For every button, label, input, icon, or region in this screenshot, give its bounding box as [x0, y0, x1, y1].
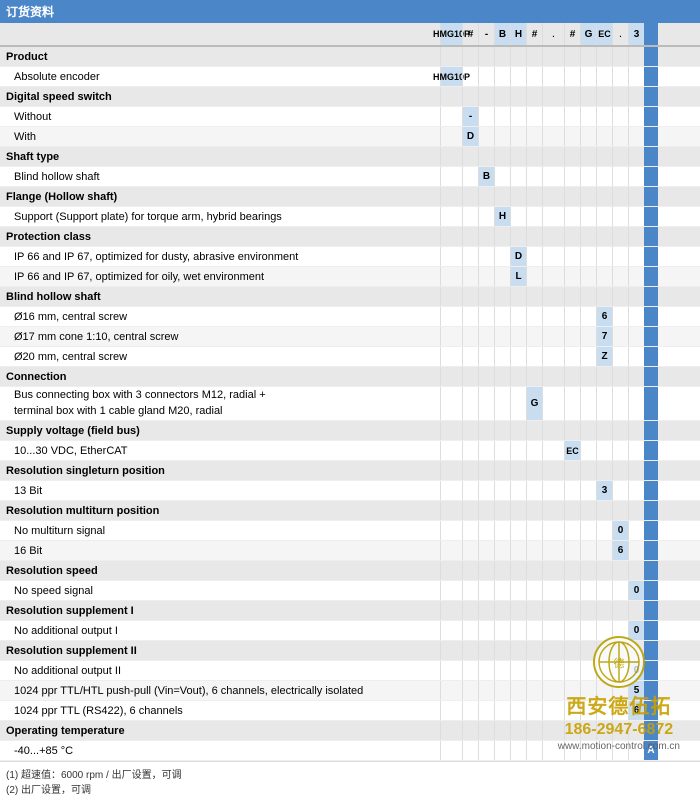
section-protection: Protection class IP 66 and IP 67, optimi… [0, 227, 700, 287]
row-ip66-oily: IP 66 and IP 67, optimized for oily, wet… [0, 267, 700, 287]
row-no-multiturn: No multiturn signal 0 [0, 521, 700, 541]
col-hash1: # [462, 23, 478, 45]
row-bus-box: Bus connecting box with 3 connectors M12… [0, 387, 700, 421]
section-res-multi: Resolution multiturn position No multitu… [0, 501, 700, 561]
col-H: H [510, 23, 526, 45]
section-header-res-multi: Resolution multiturn position [0, 501, 700, 521]
section-header-product: Product [0, 47, 700, 67]
row-support: Support (Support plate) for torque arm, … [0, 207, 700, 227]
row-ip66-dusty: IP 66 and IP 67, optimized for dusty, ab… [0, 247, 700, 267]
section-connection: Connection Bus connecting box with 3 con… [0, 367, 700, 421]
row-13bit: 13 Bit 3 [0, 481, 700, 501]
section-header-res-single: Resolution singleturn position [0, 461, 700, 481]
row-ethercat: 10...30 VDC, EtherCAT EC [0, 441, 700, 461]
brand-globe-icon: 德 [596, 639, 642, 685]
section-res-supp1: Resolution supplement I No additional ou… [0, 601, 700, 641]
section-supply: Supply voltage (field bus) 10...30 VDC, … [0, 421, 700, 461]
footer-note1: (1) 超速值：6000 rpm / 出厂设置，可调 [6, 766, 694, 781]
col-hash2: # [526, 23, 542, 45]
section-header-shaft: Shaft type [0, 147, 700, 167]
col-B: B [494, 23, 510, 45]
col-EC: EC [596, 23, 612, 45]
section-bhs: Blind hollow shaft Ø16 mm, central screw… [0, 287, 700, 367]
column-header-row: HMG10P # - B H # . # G EC . 3 [0, 23, 700, 47]
brand-url: www.motion-control.com.cn [558, 741, 680, 752]
row-17mm: Ø17 mm cone 1:10, central screw 7 [0, 327, 700, 347]
section-product: Product Absolute encoder HMG10P [0, 47, 700, 87]
col-dot2: . [612, 23, 628, 45]
row-16bit: 16 Bit 6 [0, 541, 700, 561]
row-no-speed: No speed signal 0 [0, 581, 700, 601]
col-right-edge-header [644, 23, 658, 45]
section-header-bhs: Blind hollow shaft [0, 287, 700, 307]
row-16mm: Ø16 mm, central screw 6 [0, 307, 700, 327]
footer-notes: (1) 超速值：6000 rpm / 出厂设置，可调 (2) 出厂设置，可调 [0, 761, 700, 800]
row-with: With D [0, 127, 700, 147]
col-G: G [580, 23, 596, 45]
brand-overlay: 德 西安德伍拓 186-2947-6872 www.motion-control… [558, 636, 680, 752]
section-header-supp1: Resolution supplement I [0, 601, 700, 621]
col-header-label [0, 23, 440, 45]
row-20mm: Ø20 mm, central screw Z [0, 347, 700, 367]
col-hmg10p: HMG10P [440, 23, 462, 45]
section-header-res-speed: Resolution speed [0, 561, 700, 581]
section-header-flange: Flange (Hollow shaft) [0, 187, 700, 207]
section-header-supply: Supply voltage (field bus) [0, 421, 700, 441]
section-header-connection: Connection [0, 367, 700, 387]
brand-name: 西安德伍拓 [566, 690, 671, 719]
row-absolute-encoder: Absolute encoder HMG10P [0, 67, 700, 87]
brand-logo: 德 [593, 636, 645, 688]
header-title: 订货资料 [6, 3, 54, 20]
brand-phone: 186-2947-6872 [565, 721, 674, 739]
footer-note2: (2) 出厂设置，可调 [6, 781, 694, 796]
section-digital-speed: Digital speed switch Without - With D [0, 87, 700, 147]
section-flange: Flange (Hollow shaft) Support (Support p… [0, 187, 700, 227]
section-res-speed: Resolution speed No speed signal 0 [0, 561, 700, 601]
section-header-digital: Digital speed switch [0, 87, 700, 107]
svg-text:德: 德 [613, 656, 624, 670]
section-header-protection: Protection class [0, 227, 700, 247]
header-bar: 订货资料 [0, 0, 700, 23]
col-3: 3 [628, 23, 644, 45]
row-without: Without - [0, 107, 700, 127]
section-shaft: Shaft type Blind hollow shaft B [0, 147, 700, 187]
col-dot1: . [542, 23, 564, 45]
col-hash3: # [564, 23, 580, 45]
page-container: 订货资料 HMG10P # - B H # . # G EC . 3 Produ… [0, 0, 700, 800]
section-res-single: Resolution singleturn position 13 Bit 3 [0, 461, 700, 501]
row-blind-hollow-shaft: Blind hollow shaft B [0, 167, 700, 187]
col-dash: - [478, 23, 494, 45]
